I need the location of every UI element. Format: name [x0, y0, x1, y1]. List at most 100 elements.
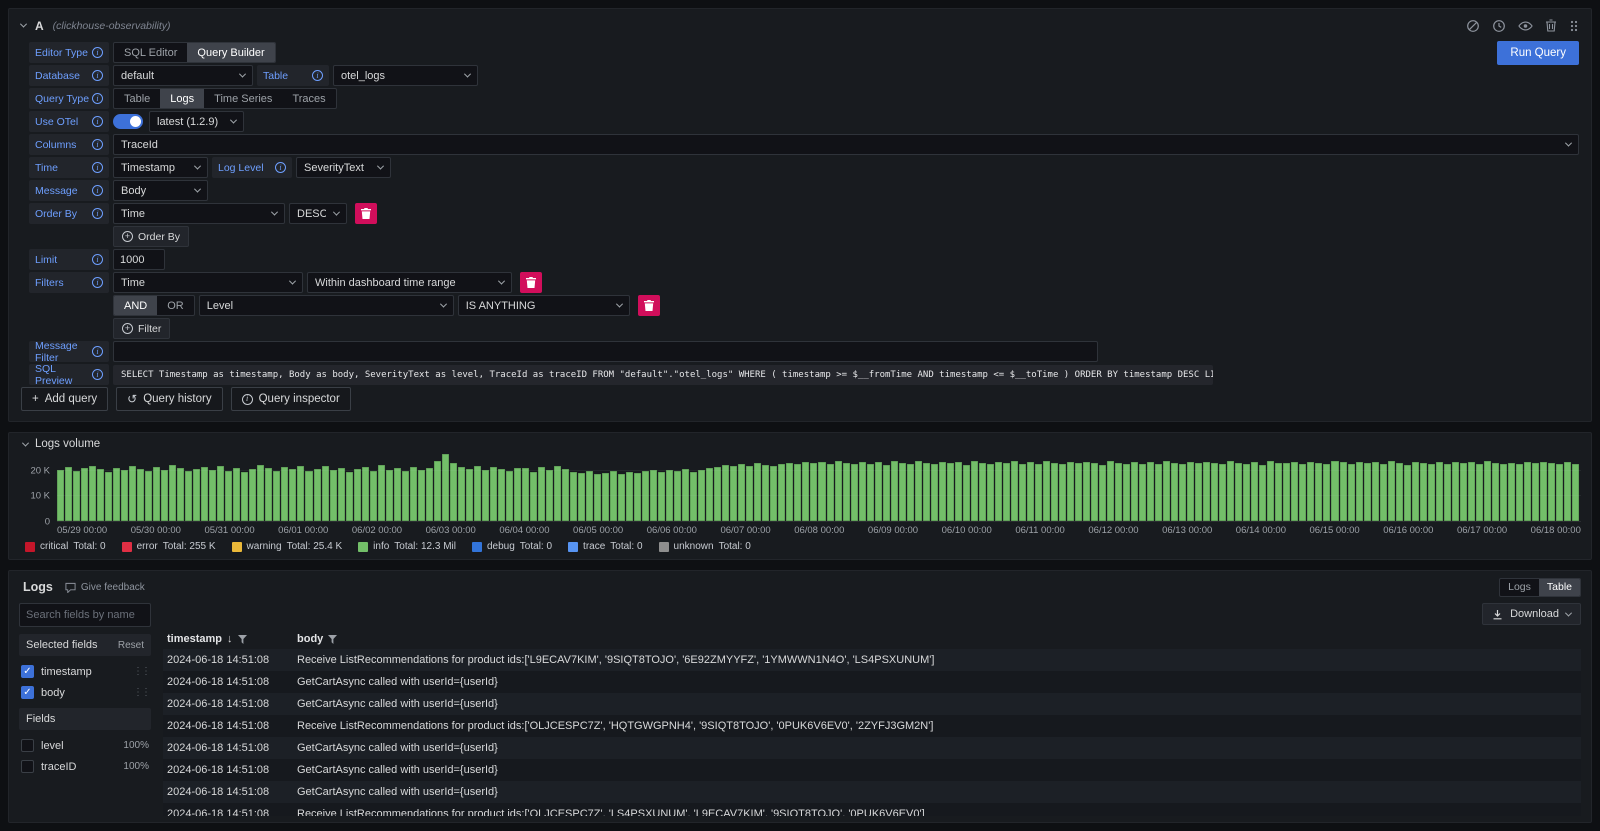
chevron-down-icon [194, 186, 201, 193]
collapse-chevron-icon[interactable] [22, 439, 29, 446]
reset-fields-button[interactable]: Reset [118, 640, 144, 651]
query-ref[interactable]: A [35, 19, 44, 33]
filter-level-select[interactable]: Level [199, 295, 454, 316]
checkbox-unchecked-icon[interactable] [21, 739, 34, 752]
info-icon[interactable]: i [92, 346, 103, 357]
info-icon[interactable]: i [92, 139, 103, 150]
timestamp-column-header[interactable]: timestamp ↓ [163, 633, 289, 645]
info-icon[interactable]: i [92, 254, 103, 265]
legend-item[interactable]: traceTotal: 0 [568, 541, 642, 552]
use-otel-label: Use OTeli [29, 111, 109, 132]
drag-query-grip-icon[interactable] [1569, 19, 1579, 33]
filter-field-select[interactable]: Time [113, 272, 303, 293]
database-label: Databasei [29, 65, 109, 86]
legend-item[interactable]: unknownTotal: 0 [659, 541, 751, 552]
query-history-button[interactable]: ↺Query history [116, 387, 222, 411]
log-table-row[interactable]: 2024-06-18 14:51:08GetCartAsync called w… [163, 781, 1581, 803]
field-name[interactable]: body [41, 687, 65, 699]
checkbox-checked-icon[interactable]: ✓ [21, 665, 34, 678]
add-order-by-button[interactable]: +Order By [113, 226, 189, 247]
drag-handle-icon[interactable]: ⋮⋮ [133, 666, 149, 677]
legend-item[interactable]: errorTotal: 255 K [122, 541, 216, 552]
query-history-icon[interactable] [1492, 19, 1506, 33]
legend-item[interactable]: criticalTotal: 0 [25, 541, 106, 552]
search-fields-input[interactable] [19, 603, 151, 627]
collapse-chevron-icon[interactable] [20, 21, 27, 28]
log-table-row[interactable]: 2024-06-18 14:51:08GetCartAsync called w… [163, 759, 1581, 781]
order-by-direction-select[interactable]: DESC [289, 203, 347, 224]
info-icon[interactable]: i [92, 93, 103, 104]
field-name[interactable]: traceID [41, 761, 76, 773]
remove-filter-trash-icon[interactable] [520, 272, 542, 293]
otel-version-select[interactable]: latest (1.2.9) [149, 111, 244, 132]
selected-fields-list: ✓ timestamp ⋮⋮ ✓ body ⋮⋮ [19, 663, 151, 701]
remove-condition-trash-icon[interactable] [638, 295, 660, 316]
add-query-button[interactable]: +Add query [21, 387, 108, 411]
sort-desc-icon[interactable]: ↓ [227, 633, 233, 645]
conjunction-and[interactable]: AND [114, 296, 157, 315]
query-type-time-series[interactable]: Time Series [204, 89, 282, 108]
checkbox-unchecked-icon[interactable] [21, 760, 34, 773]
volume-bar [1051, 463, 1058, 521]
remove-order-by-trash-icon[interactable] [355, 203, 377, 224]
use-otel-toggle[interactable] [113, 114, 143, 129]
filter-funnel-icon [238, 635, 247, 644]
info-icon[interactable]: i [92, 116, 103, 127]
checkbox-checked-icon[interactable]: ✓ [21, 686, 34, 699]
log-table-row[interactable]: 2024-06-18 14:51:08Receive ListRecommend… [163, 649, 1581, 671]
volume-bar [378, 465, 385, 521]
run-query-button[interactable]: Run Query [1497, 41, 1579, 65]
log-table-row[interactable]: 2024-06-18 14:51:08GetCartAsync called w… [163, 737, 1581, 759]
query-type-traces[interactable]: Traces [282, 89, 335, 108]
view-toggle-logs[interactable]: Logs [1500, 579, 1539, 596]
field-name[interactable]: timestamp [41, 666, 92, 678]
volume-bar [322, 466, 329, 521]
download-button[interactable]: Download [1482, 603, 1581, 625]
legend-item[interactable]: warningTotal: 25.4 K [232, 541, 343, 552]
log-level-select[interactable]: SeverityText [296, 157, 391, 178]
query-type-table[interactable]: Table [114, 89, 160, 108]
query-type-logs[interactable]: Logs [160, 89, 204, 108]
time-column-select[interactable]: Timestamp [113, 157, 208, 178]
filter-condition-operator-select[interactable]: IS ANYTHING [458, 295, 630, 316]
log-table-row[interactable]: 2024-06-18 14:51:08GetCartAsync called w… [163, 671, 1581, 693]
log-table-row[interactable]: 2024-06-18 14:51:08Receive ListRecommend… [163, 803, 1581, 816]
info-icon[interactable]: i [92, 70, 103, 81]
volume-bar [402, 471, 409, 521]
chevron-down-icon [616, 301, 623, 308]
message-column-select[interactable]: Body [113, 180, 208, 201]
filter-operator-select[interactable]: Within dashboard time range [307, 272, 512, 293]
query-inspector-button[interactable]: iQuery inspector [231, 387, 351, 411]
info-icon[interactable]: i [92, 162, 103, 173]
editor-type-query-builder[interactable]: Query Builder [187, 43, 274, 62]
info-icon[interactable]: i [312, 70, 323, 81]
legend-item[interactable]: infoTotal: 12.3 Mil [358, 541, 456, 552]
view-toggle-group: Logs Table [1499, 578, 1581, 597]
order-by-field-select[interactable]: Time [113, 203, 285, 224]
hide-response-eye-icon[interactable] [1518, 20, 1533, 32]
editor-type-sql-editor[interactable]: SQL Editor [114, 43, 187, 62]
disable-query-icon[interactable] [1466, 19, 1480, 33]
remove-query-trash-icon[interactable] [1545, 19, 1557, 32]
info-icon[interactable]: i [92, 277, 103, 288]
view-toggle-table[interactable]: Table [1539, 579, 1580, 596]
legend-item[interactable]: debugTotal: 0 [472, 541, 552, 552]
info-icon[interactable]: i [92, 369, 103, 380]
log-table-row[interactable]: 2024-06-18 14:51:08GetCartAsync called w… [163, 693, 1581, 715]
field-name[interactable]: level [41, 740, 64, 752]
conjunction-or[interactable]: OR [157, 296, 194, 315]
columns-multiselect[interactable]: TraceId [113, 134, 1579, 155]
drag-handle-icon[interactable]: ⋮⋮ [133, 687, 149, 698]
log-table-row[interactable]: 2024-06-18 14:51:08Receive ListRecommend… [163, 715, 1581, 737]
info-icon[interactable]: i [92, 208, 103, 219]
info-icon[interactable]: i [275, 162, 286, 173]
give-feedback-link[interactable]: Give feedback [65, 582, 145, 593]
database-select[interactable]: default [113, 65, 253, 86]
table-select[interactable]: otel_logs [333, 65, 478, 86]
limit-input[interactable] [113, 249, 165, 270]
info-icon[interactable]: i [92, 47, 103, 58]
body-column-header[interactable]: body [289, 633, 337, 645]
info-icon[interactable]: i [92, 185, 103, 196]
message-filter-input[interactable] [113, 341, 1098, 362]
add-filter-button[interactable]: +Filter [113, 318, 170, 339]
